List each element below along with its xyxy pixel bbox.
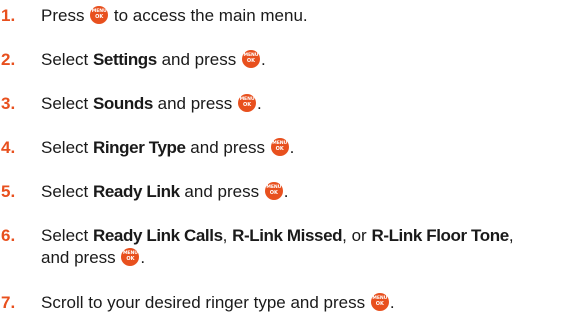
menu-ok-key-icon — [90, 6, 109, 24]
menu-ok-key-icon — [238, 94, 257, 112]
step-number: 7. — [1, 293, 16, 312]
step-number: 5. — [1, 182, 16, 201]
step-text: Select Ready Link Calls, R-Link Missed, … — [41, 225, 514, 269]
step-number: 4. — [1, 138, 16, 157]
menu-option-ready-link-calls: Ready Link Calls — [92, 226, 223, 245]
menu-option-r-link-floor-tone: R-Link Floor Tone — [371, 226, 509, 245]
menu-option-ringer-type: Ringer Type — [92, 138, 186, 157]
step-text: Select Ready Link and press . — [41, 181, 289, 203]
menu-ok-key-icon — [241, 50, 260, 68]
step-text: Press to access the main menu. — [41, 5, 308, 27]
step-number: 6. — [1, 226, 16, 245]
step-number: 1. — [1, 6, 16, 25]
menu-ok-key-icon — [370, 293, 389, 311]
step-text: Select Settings and press . — [41, 49, 266, 71]
step-number: 2. — [1, 50, 16, 69]
step-text-continued: and press . — [41, 247, 514, 269]
menu-option-sounds: Sounds — [92, 94, 153, 113]
menu-option-settings: Settings — [92, 50, 157, 69]
step-text: Select Ringer Type and press . — [41, 137, 294, 159]
menu-ok-key-icon — [270, 138, 289, 156]
step-number: 3. — [1, 94, 16, 113]
menu-ok-key-icon — [121, 248, 140, 266]
menu-ok-key-icon — [264, 182, 283, 200]
menu-option-ready-link: Ready Link — [92, 182, 180, 201]
step-text: Select Sounds and press . — [41, 93, 262, 115]
menu-option-r-link-missed: R-Link Missed — [232, 226, 343, 245]
step-text: Scroll to your desired ringer type and p… — [41, 292, 395, 314]
